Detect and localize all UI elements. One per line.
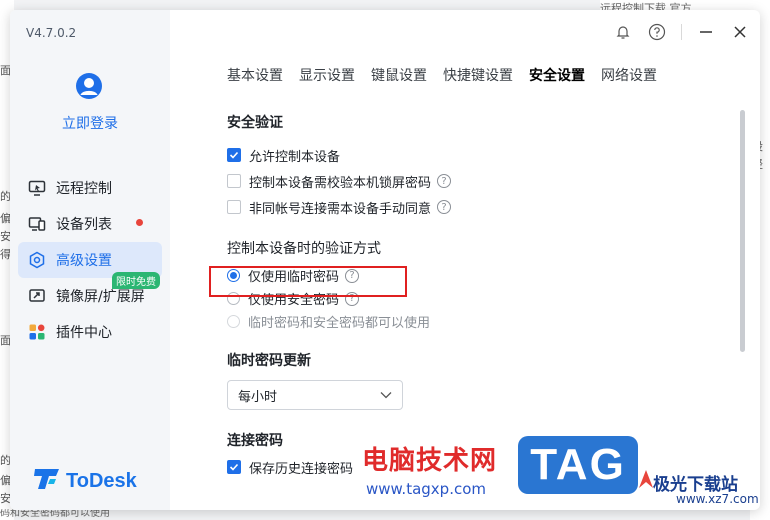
question-icon[interactable]: ?: [437, 174, 452, 188]
main-panel: 基本设置 显示设置 键鼠设置 快捷键设置 安全设置 网络设置 安全验证 允许控制…: [170, 10, 760, 510]
option-label: 控制本设备需校验本机锁屏密码: [249, 175, 432, 191]
watermark-url: www.tagxp.com: [366, 480, 486, 498]
option-label: 允许控制本设备: [249, 149, 341, 165]
free-badge: 限时免费: [112, 272, 160, 289]
chevron-down-icon: [380, 388, 392, 403]
sidebar-item-label: 插件中心: [56, 325, 112, 341]
tab-basic[interactable]: 基本设置: [227, 65, 283, 85]
option-allow-control[interactable]: 允许控制本设备: [227, 142, 727, 168]
advanced-settings-icon: [28, 251, 46, 269]
section-title-security: 安全验证: [227, 115, 283, 131]
scrollbar[interactable]: [740, 110, 745, 352]
login-link[interactable]: 立即登录: [10, 113, 170, 133]
minimize-icon[interactable]: [696, 22, 716, 42]
highlight-box: [209, 266, 407, 297]
tab-display[interactable]: 显示设置: [299, 65, 355, 85]
brand-logo: ToDesk: [34, 468, 137, 494]
tab-keyboard-mouse[interactable]: 键鼠设置: [371, 65, 427, 85]
todesk-window: V4.7.0.2 立即登录 远程控制 设备列表 高级设置 镜像屏/扩展屏 限时免…: [10, 10, 760, 510]
help-icon[interactable]: [647, 22, 667, 42]
sidebar: V4.7.0.2 立即登录 远程控制 设备列表 高级设置 镜像屏/扩展屏 限时免…: [10, 10, 170, 510]
close-icon[interactable]: [730, 22, 750, 42]
tab-network[interactable]: 网络设置: [601, 65, 657, 85]
mirror-screen-icon: [28, 287, 46, 305]
option-manual-consent[interactable]: 非同帐号连接需本设备手动同意 ?: [227, 194, 727, 220]
sidebar-item-device-list[interactable]: 设备列表: [18, 206, 162, 242]
sidebar-item-label: 远程控制: [56, 181, 112, 197]
section-title-temp-password-update: 临时密码更新: [227, 353, 311, 369]
checkbox-checked[interactable]: [227, 460, 241, 474]
avatar-icon[interactable]: [75, 72, 103, 100]
background-window-bottom: 码和安全密码都可以使用: [0, 509, 110, 519]
radio-both-passwords[interactable]: 临时密码和安全密码都可以使用: [227, 310, 727, 333]
option-lock-screen-password[interactable]: 控制本设备需校验本机锁屏密码 ?: [227, 168, 727, 194]
sidebar-item-label: 高级设置: [56, 253, 112, 269]
select-value: 每小时: [238, 389, 278, 405]
sidebar-item-plugin-center[interactable]: 插件中心: [18, 314, 162, 350]
remote-control-icon: [28, 179, 46, 197]
device-list-icon: [28, 215, 46, 233]
bell-icon[interactable]: [613, 22, 633, 42]
section-title-verify-method: 控制本设备时的验证方式: [227, 241, 381, 257]
sidebar-item-remote-control[interactable]: 远程控制: [18, 170, 162, 206]
watermark-title: 电脑技术网: [362, 446, 498, 476]
divider: [681, 24, 682, 40]
sidebar-item-label: 设备列表: [56, 217, 112, 233]
checkbox[interactable]: [227, 174, 241, 188]
sidebar-item-mirror-screen[interactable]: 镜像屏/扩展屏 限时免费: [18, 272, 162, 314]
tab-security[interactable]: 安全设置: [529, 65, 585, 85]
version-label: V4.7.0.2: [26, 26, 77, 40]
question-icon[interactable]: ?: [437, 200, 452, 214]
watermark-tag-logo: TAG: [518, 436, 638, 494]
temp-password-update-select[interactable]: 每小时: [227, 380, 403, 410]
radio[interactable]: [227, 315, 240, 328]
brand-name: ToDesk: [66, 469, 137, 492]
checkbox-checked[interactable]: [227, 148, 241, 162]
todesk-logo-icon: [34, 468, 60, 494]
checkbox[interactable]: [227, 200, 241, 214]
window-controls: [613, 22, 750, 42]
watermark-site-url: www.xz7.com: [676, 492, 759, 506]
option-label: 临时密码和安全密码都可以使用: [248, 316, 431, 331]
sidebar-nav: 远程控制 设备列表 高级设置 镜像屏/扩展屏 限时免费 插件中心: [18, 170, 162, 350]
settings-tabs: 基本设置 显示设置 键鼠设置 快捷键设置 安全设置 网络设置: [227, 65, 657, 85]
option-label: 非同帐号连接需本设备手动同意: [249, 201, 432, 217]
option-label: 保存历史连接密码: [249, 461, 354, 477]
notification-dot: [136, 219, 143, 226]
plugin-center-icon: [28, 323, 46, 341]
tab-shortcuts[interactable]: 快捷键设置: [443, 65, 513, 85]
sidebar-item-label: 镜像屏/扩展屏: [56, 289, 145, 305]
